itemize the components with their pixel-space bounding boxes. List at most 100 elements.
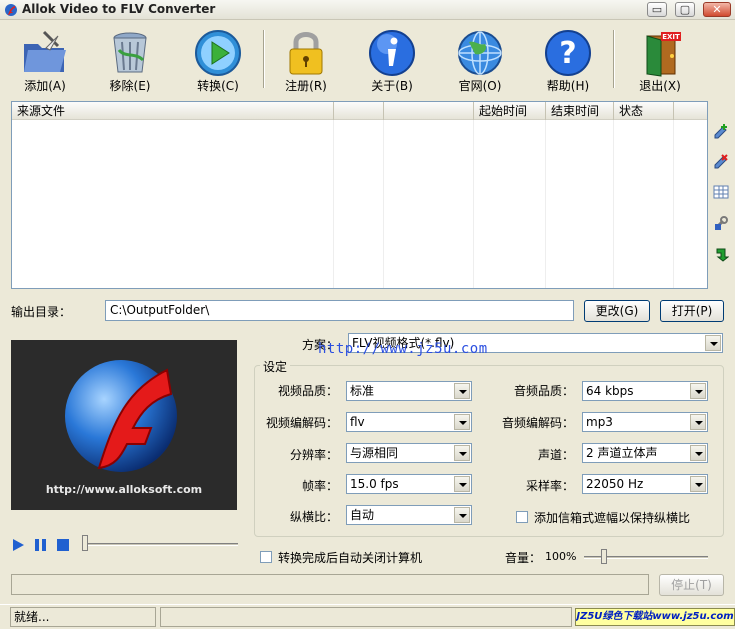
window-title: Allok Video to FLV Converter: [22, 2, 216, 16]
preview-url-text: http://www.alloksoft.com: [45, 483, 203, 496]
close-icon: ✕: [712, 3, 722, 16]
undo-arrow-icon[interactable]: [713, 246, 729, 262]
site-badge: JZ5U绿色下载站www.jz5u.com: [575, 608, 735, 626]
shutdown-checkbox[interactable]: [260, 551, 272, 563]
toolbar-separator: [263, 30, 265, 88]
aspect-value: 自动: [350, 508, 375, 522]
chevron-down-icon[interactable]: [690, 476, 706, 492]
about-button[interactable]: 关于(B): [352, 26, 422, 94]
column-blank-1[interactable]: [334, 102, 384, 120]
register-label: 注册(R): [285, 79, 327, 93]
chevron-down-icon[interactable]: [454, 445, 470, 461]
chevron-down-icon[interactable]: [454, 507, 470, 523]
video-codec-select[interactable]: flv: [346, 412, 472, 432]
framerate-label: 帧率：: [301, 479, 338, 493]
column-source-file[interactable]: 来源文件: [12, 102, 334, 120]
column-blank-2[interactable]: [384, 102, 474, 120]
toolbar-separator: [613, 30, 615, 88]
register-button[interactable]: 注册(R): [266, 26, 336, 94]
audio-quality-select[interactable]: 64 kbps: [582, 381, 708, 401]
open-dir-button[interactable]: 打开(P): [660, 300, 724, 322]
help-icon: ?: [545, 30, 591, 76]
file-list-header: 来源文件 起始时间 结束时间 状态: [12, 102, 707, 120]
remove-label: 移除(E): [109, 79, 151, 93]
channels-select[interactable]: 2 声道立体声: [582, 443, 708, 463]
video-codec-label: 视频编解码：: [265, 416, 338, 430]
flash-logo-icon: [65, 360, 177, 472]
play-convert-icon: [195, 30, 241, 76]
chevron-down-icon[interactable]: [690, 383, 706, 399]
grid-view-icon[interactable]: [713, 184, 729, 200]
exit-button[interactable]: EXIT 退出(X): [620, 26, 690, 94]
audio-quality-label: 音频品质：: [513, 384, 574, 398]
globe-icon: [458, 31, 502, 75]
shutdown-label: 转换完成后自动关闭计算机: [278, 551, 423, 565]
channels-value: 2 声道立体声: [586, 446, 658, 460]
remove-button[interactable]: 移除(E): [90, 26, 160, 94]
video-preview: http://www.alloksoft.com: [11, 340, 237, 510]
chevron-down-icon[interactable]: [690, 414, 706, 430]
website-button[interactable]: 官网(O): [440, 26, 510, 94]
pause-icon[interactable]: [34, 538, 48, 552]
samplerate-select[interactable]: 22050 Hz: [582, 474, 708, 494]
stop-icon[interactable]: [56, 538, 70, 552]
maximize-button[interactable]: ▢: [675, 2, 695, 17]
maximize-icon: ▢: [679, 3, 691, 16]
aspect-label: 纵横比：: [289, 510, 338, 524]
resolution-select[interactable]: 与源相同: [346, 443, 472, 463]
app-flash-icon: [5, 4, 17, 16]
svg-text:EXIT: EXIT: [662, 33, 680, 41]
video-codec-value: flv: [350, 415, 365, 429]
add-button[interactable]: 添加(A): [5, 26, 75, 94]
remove-item-icon[interactable]: [713, 153, 729, 169]
audio-codec-select[interactable]: mp3: [582, 412, 708, 432]
minimize-button[interactable]: ▭: [647, 2, 667, 17]
chevron-down-icon[interactable]: [705, 335, 721, 351]
change-dir-button[interactable]: 更改(G): [584, 300, 650, 322]
video-quality-select[interactable]: 标准: [346, 381, 472, 401]
framerate-value: 15.0 fps: [350, 477, 399, 491]
minimize-icon: ▭: [651, 3, 663, 16]
chevron-down-icon[interactable]: [454, 476, 470, 492]
file-list[interactable]: 来源文件 起始时间 结束时间 状态: [11, 101, 708, 289]
svg-text:?: ?: [559, 36, 576, 71]
aspect-select[interactable]: 自动: [346, 505, 472, 525]
volume-label: 音量：: [505, 551, 542, 565]
video-quality-label: 视频品质：: [277, 384, 338, 398]
video-quality-value: 标准: [350, 384, 375, 398]
add-item-icon[interactable]: [713, 123, 729, 139]
title-bar: Allok Video to FLV Converter ▭ ▢ ✕: [0, 0, 735, 20]
volume-value: 100%: [545, 550, 577, 563]
about-label: 关于(B): [371, 79, 413, 93]
letterbox-checkbox[interactable]: [516, 511, 528, 523]
volume-slider-thumb[interactable]: [601, 549, 607, 564]
convert-label: 转换(C): [197, 79, 239, 93]
stop-button[interactable]: 停止(T): [659, 574, 724, 596]
play-icon[interactable]: [11, 538, 25, 552]
column-start-time[interactable]: 起始时间: [474, 102, 546, 120]
channels-label: 声道：: [537, 448, 574, 462]
chevron-down-icon[interactable]: [454, 383, 470, 399]
status-text: 就绪...: [10, 607, 156, 627]
add-label: 添加(A): [24, 79, 66, 93]
website-label: 官网(O): [458, 79, 502, 93]
chevron-down-icon[interactable]: [690, 445, 706, 461]
framerate-select[interactable]: 15.0 fps: [346, 474, 472, 494]
audio-codec-value: mp3: [586, 415, 613, 429]
help-button[interactable]: ? 帮助(H): [528, 26, 598, 94]
file-list-body[interactable]: [12, 120, 707, 288]
close-button[interactable]: ✕: [703, 2, 731, 17]
column-end-time[interactable]: 结束时间: [546, 102, 614, 120]
convert-button[interactable]: 转换(C): [178, 26, 248, 94]
chevron-down-icon[interactable]: [454, 414, 470, 430]
tools-icon[interactable]: [713, 215, 729, 231]
samplerate-value: 22050 Hz: [586, 477, 644, 491]
seek-slider-thumb[interactable]: [82, 535, 88, 551]
audio-quality-value: 64 kbps: [586, 384, 634, 398]
output-dir-input[interactable]: C:\OutputFolder\: [105, 300, 574, 321]
watermark-text: http://www.jz5u.com: [318, 341, 488, 357]
column-status[interactable]: 状态: [614, 102, 674, 120]
output-dir-label: 输出目录：: [11, 305, 72, 319]
seek-slider-track[interactable]: [84, 543, 238, 546]
exit-door-icon: EXIT: [646, 32, 681, 77]
